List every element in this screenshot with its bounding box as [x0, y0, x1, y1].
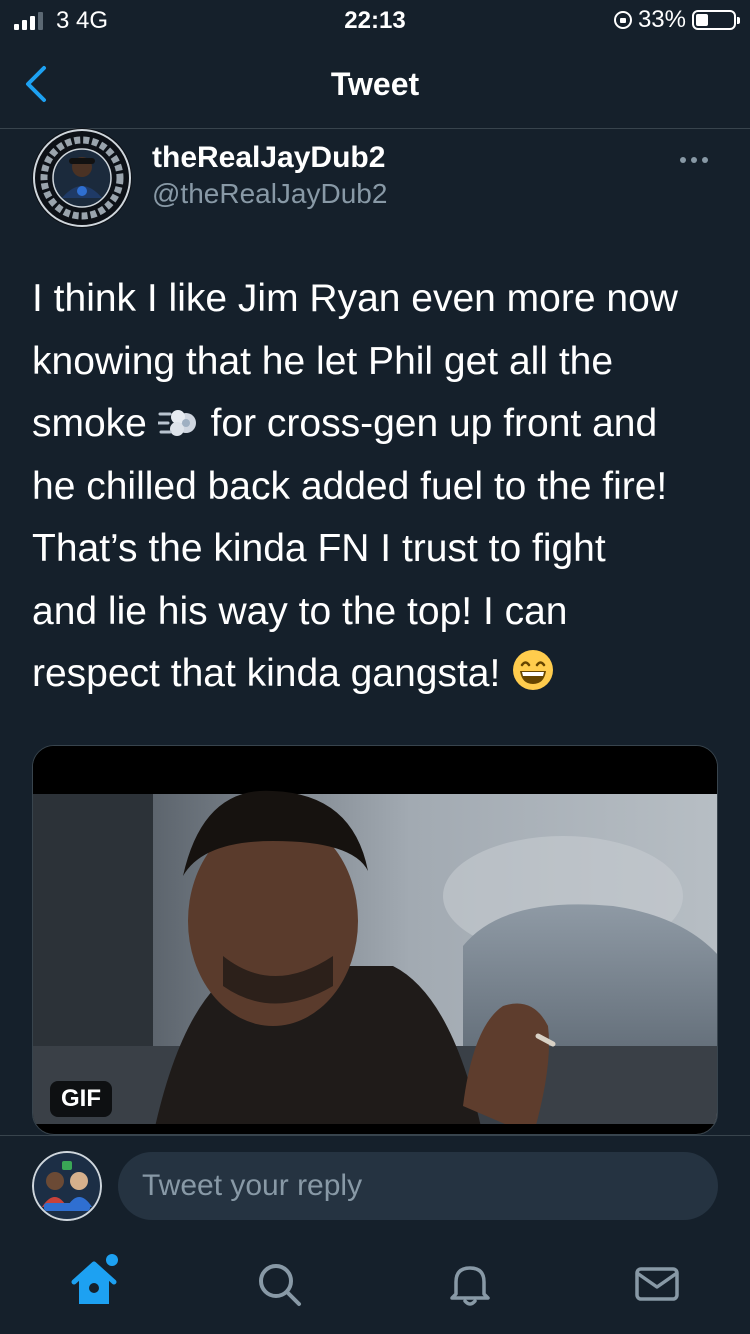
current-user-avatar[interactable]	[32, 1151, 102, 1221]
divider	[0, 1135, 750, 1136]
nav-header: Tweet	[0, 40, 750, 129]
search-icon	[259, 1264, 301, 1306]
more-options-button[interactable]	[680, 150, 720, 170]
author-handle[interactable]: @theRealJayDub2	[152, 178, 387, 210]
messages-icon	[635, 1267, 679, 1301]
home-icon	[71, 1254, 118, 1304]
podcast-logo-image	[32, 1151, 102, 1221]
reply-input[interactable]: Tweet your reply	[118, 1152, 718, 1220]
tab-home[interactable]	[64, 1254, 124, 1314]
page-title: Tweet	[330, 66, 420, 102]
tweet-media-gif[interactable]	[32, 745, 718, 1135]
status-bar: 3 4G 22:13 33%	[0, 0, 750, 40]
battery-status: 33%	[613, 6, 740, 34]
battery-icon	[692, 10, 740, 30]
orientation-lock-icon	[613, 11, 632, 29]
tweet-text: I think I like Jim Ryan even more now kn…	[32, 268, 732, 706]
more-dot-icon	[691, 157, 697, 163]
grinning-face-emoji-icon	[513, 650, 554, 690]
gif-preview-image	[33, 746, 717, 1134]
more-dot-icon	[702, 157, 708, 163]
author-display-name[interactable]: theRealJayDub2	[152, 141, 385, 175]
author-avatar[interactable]	[32, 128, 132, 228]
more-dot-icon	[680, 157, 686, 163]
notifications-icon	[450, 1266, 490, 1306]
tweet-text-part: for cross-gen up front and he chilled ba…	[32, 402, 668, 695]
avatar-badge-image	[33, 129, 131, 227]
tab-notifications[interactable]	[440, 1254, 500, 1314]
tab-messages[interactable]	[627, 1254, 687, 1314]
gif-badge: GIF	[50, 1081, 112, 1117]
battery-percent: 33%	[637, 6, 686, 33]
dash-emoji-icon	[157, 410, 196, 436]
tab-search[interactable]	[249, 1254, 309, 1314]
